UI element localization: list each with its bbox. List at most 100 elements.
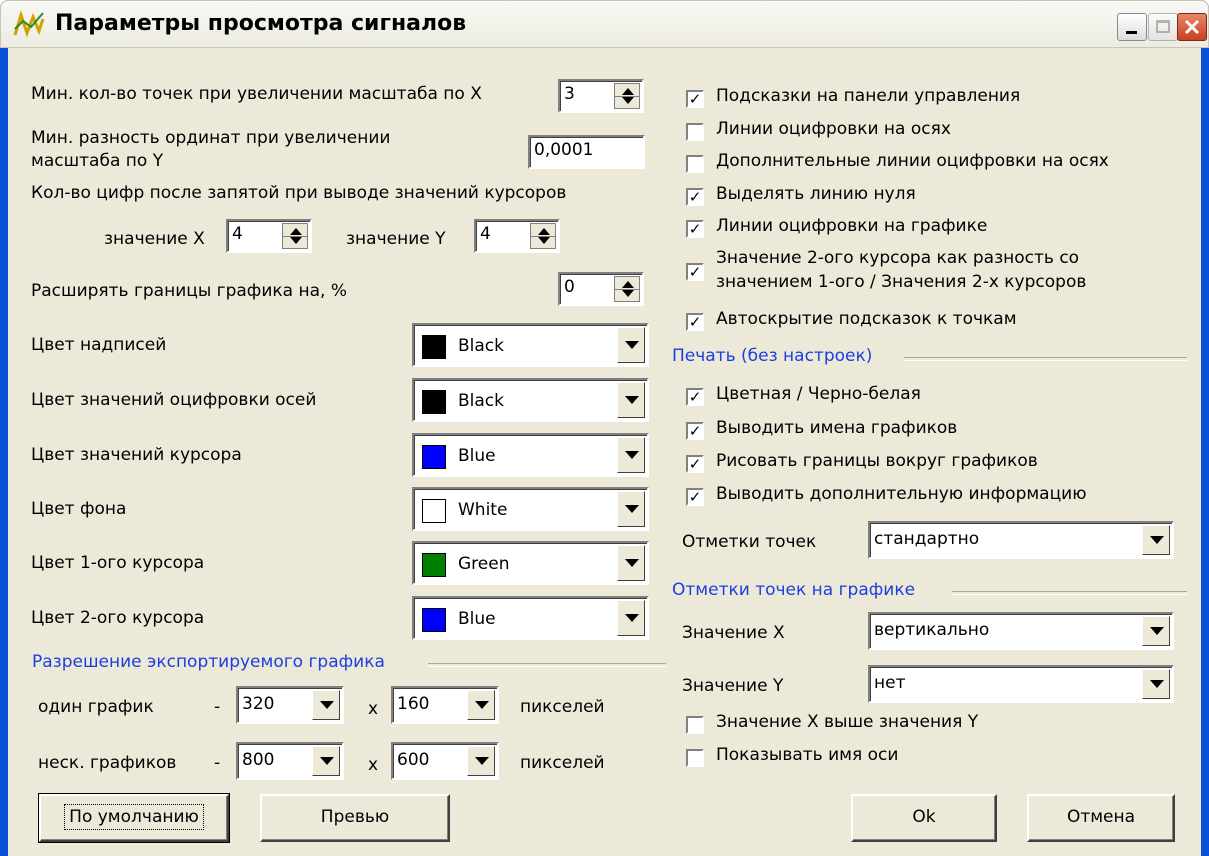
app-icon: [13, 11, 45, 38]
color-swatch: [422, 608, 446, 632]
print-option-checkbox[interactable]: ✓: [686, 422, 704, 440]
option-checkbox[interactable]: ✓: [686, 220, 704, 238]
min-x-points-label: Мин. кол-во точек при увеличении масштаб…: [31, 84, 482, 104]
preview-button[interactable]: Превью: [260, 794, 450, 842]
color-value: Green: [458, 554, 510, 574]
defaults-button-label: По умолчанию: [64, 804, 204, 830]
spin-arrows-icon[interactable]: [614, 83, 640, 109]
color-value: Black: [458, 391, 504, 411]
min-y-diff-value: 0,0001: [534, 140, 594, 160]
single-chart-label: один график: [38, 697, 154, 717]
spin-arrows-icon[interactable]: [614, 276, 640, 302]
single-width-dropdown[interactable]: 320: [236, 686, 344, 724]
chevron-down-icon[interactable]: [617, 437, 645, 473]
decimals-label: Кол-во цифр после запятой при выводе зна…: [31, 183, 567, 203]
spin-arrows-icon[interactable]: [530, 223, 556, 249]
cancel-button[interactable]: Отмена: [1027, 794, 1175, 842]
chevron-down-icon[interactable]: [467, 690, 495, 720]
x-above-y-checkbox[interactable]: [686, 716, 704, 734]
x-mark-dropdown[interactable]: вертикально: [868, 612, 1174, 650]
y-mark-dropdown[interactable]: нет: [868, 665, 1174, 703]
window-title: Параметры просмотра сигналов: [55, 11, 467, 36]
chevron-down-icon[interactable]: [617, 491, 645, 527]
dialog-window: Параметры просмотра сигналов Мин. кол-во…: [0, 0, 1209, 856]
point-marks-label: Отметки точек: [682, 532, 817, 552]
option-label: Автоскрытие подсказок к точкам: [716, 309, 1017, 329]
minimize-icon: [1126, 31, 1137, 34]
color-swatch: [422, 390, 446, 414]
multi-width-value: 800: [242, 750, 275, 770]
close-button[interactable]: [1177, 13, 1207, 41]
option-label: Линии оцифровки на графике: [716, 216, 988, 236]
maximize-button[interactable]: [1148, 13, 1178, 41]
print-section-label: Печать (без настроек): [672, 346, 873, 366]
chevron-down-icon[interactable]: [312, 746, 340, 776]
title-bar[interactable]: Параметры просмотра сигналов: [0, 0, 1209, 48]
multi-unit-label: пикселей: [520, 753, 605, 773]
y-decimals-value: 4: [480, 224, 491, 244]
multi-width-dropdown[interactable]: 800: [236, 742, 344, 780]
color-value: Blue: [458, 609, 496, 629]
min-y-diff-input[interactable]: 0,0001: [528, 135, 645, 169]
y-decimals-spinner[interactable]: 4: [474, 219, 560, 253]
defaults-button[interactable]: По умолчанию: [38, 793, 230, 843]
chevron-down-icon[interactable]: [617, 600, 645, 636]
color-dropdown[interactable]: White: [412, 487, 649, 531]
color-swatch: [422, 553, 446, 577]
color-label: Цвет надписей: [31, 335, 167, 355]
ok-button[interactable]: Ok: [851, 794, 997, 842]
color-dropdown[interactable]: Black: [412, 323, 649, 367]
expand-bounds-spinner[interactable]: 0: [558, 272, 644, 306]
option-label-line2: значением 1-ого / Значения 2-х курсоров: [716, 272, 1087, 292]
color-dropdown[interactable]: Green: [412, 541, 649, 585]
color-value: Black: [458, 336, 504, 356]
chevron-down-icon[interactable]: [1142, 525, 1170, 555]
print-option-label: Рисовать границы вокруг графиков: [716, 451, 1038, 471]
show-axis-name-checkbox[interactable]: [686, 749, 704, 767]
x-decimals-value: 4: [232, 224, 243, 244]
option-checkbox[interactable]: [686, 155, 704, 173]
option-checkbox[interactable]: ✓: [686, 313, 704, 331]
min-x-points-spinner[interactable]: 3: [558, 79, 644, 113]
min-x-points-value: 3: [564, 84, 575, 104]
chevron-down-icon[interactable]: [617, 382, 645, 418]
print-option-checkbox[interactable]: ✓: [686, 455, 704, 473]
print-option-checkbox[interactable]: ✓: [686, 488, 704, 506]
chevron-down-icon[interactable]: [467, 746, 495, 776]
option-checkbox[interactable]: [686, 123, 704, 141]
print-option-label: Цветная / Черно-белая: [716, 384, 921, 404]
min-y-diff-label-2: масштаба по Y: [31, 151, 164, 171]
x-decimals-spinner[interactable]: 4: [226, 219, 312, 253]
option-checkbox[interactable]: ✓: [686, 263, 704, 281]
ok-button-label: Ok: [912, 807, 936, 827]
single-times: x: [368, 699, 379, 719]
chevron-down-icon[interactable]: [617, 327, 645, 363]
single-height-dropdown[interactable]: 160: [391, 686, 499, 724]
chevron-down-icon[interactable]: [1142, 616, 1170, 646]
option-checkbox[interactable]: ✓: [686, 188, 704, 206]
option-checkbox[interactable]: ✓: [686, 90, 704, 108]
multi-height-dropdown[interactable]: 600: [391, 742, 499, 780]
expand-bounds-label: Расширять границы графика на, %: [31, 281, 347, 301]
x-above-y-label: Значение X выше значения Y: [716, 712, 979, 732]
color-dropdown[interactable]: Blue: [412, 433, 649, 477]
option-label: Выделять линию нуля: [716, 184, 916, 204]
chevron-down-icon[interactable]: [617, 545, 645, 581]
single-unit-label: пикселей: [520, 697, 605, 717]
close-icon: [1184, 19, 1200, 35]
single-width-value: 320: [242, 694, 275, 714]
color-dropdown[interactable]: Black: [412, 378, 649, 422]
option-label: Подсказки на панели управления: [716, 86, 1021, 106]
chevron-down-icon[interactable]: [312, 690, 340, 720]
point-marks-dropdown[interactable]: стандартно: [868, 521, 1174, 559]
color-dropdown[interactable]: Blue: [412, 596, 649, 640]
multi-chart-dash: -: [214, 753, 221, 773]
minimize-button[interactable]: [1117, 13, 1147, 41]
chevron-down-icon[interactable]: [1142, 669, 1170, 699]
color-value: Blue: [458, 446, 496, 466]
min-y-diff-label-1: Мин. разность ординат при увеличении: [31, 128, 391, 148]
multi-times: x: [368, 755, 379, 775]
cancel-button-label: Отмена: [1066, 807, 1136, 827]
spin-arrows-icon[interactable]: [282, 223, 308, 249]
print-option-checkbox[interactable]: ✓: [686, 388, 704, 406]
